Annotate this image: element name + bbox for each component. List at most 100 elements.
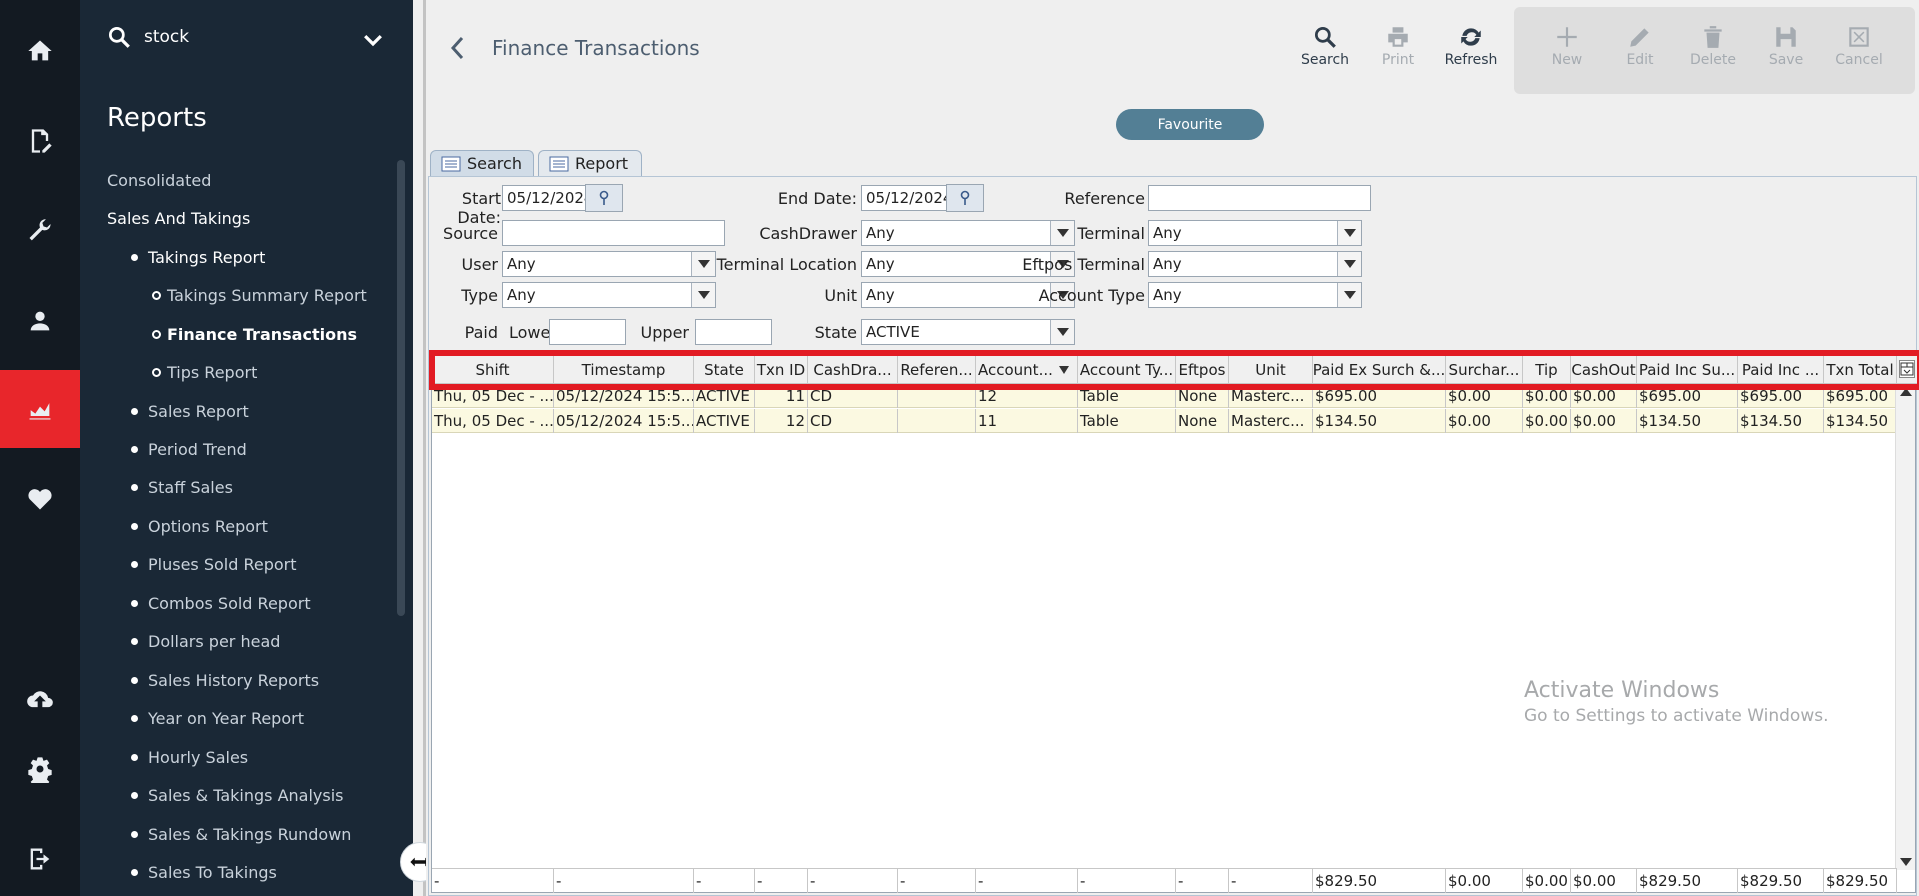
table-row[interactable]: Thu, 05 Dec - ... 05/12/2024 15:5... ACT… — [432, 409, 1897, 433]
toolbar-edit-label: Edit — [1626, 52, 1654, 68]
toolbar-delete-button[interactable]: Delete — [1678, 22, 1748, 78]
nav-item-label: Finance Transactions — [167, 324, 357, 344]
terminal-select[interactable]: Any — [1148, 220, 1362, 246]
tab-report[interactable]: Report — [538, 150, 642, 176]
nav-item-pluses-sold-report[interactable]: Pluses Sold Report — [131, 547, 463, 581]
cell-reference — [898, 384, 976, 408]
column-header-eftpos[interactable]: Eftpos — [1176, 356, 1229, 384]
trash-icon — [1704, 26, 1722, 48]
user-icon — [30, 311, 50, 331]
nav-item-staff-sales[interactable]: Staff Sales — [131, 470, 463, 504]
nav-item-takings-summary-report[interactable]: Takings Summary Report — [152, 278, 463, 312]
source-input[interactable] — [502, 220, 725, 246]
column-header-surcharge[interactable]: Surchar... — [1446, 356, 1523, 384]
account-type-select[interactable]: Any — [1148, 282, 1362, 308]
bullet-icon — [131, 753, 138, 761]
nav-item-dollars-per-head[interactable]: Dollars per head — [131, 624, 463, 658]
column-header-account[interactable]: Account... — [976, 356, 1078, 384]
toolbar-print-button[interactable]: Print — [1363, 22, 1433, 78]
nav-search-input[interactable]: stock — [144, 27, 189, 47]
nav-item-year-on-year-report[interactable]: Year on Year Report — [131, 701, 463, 735]
rail-home-button[interactable] — [0, 12, 80, 90]
cell-paid-ex-surch: $695.00 — [1313, 384, 1446, 408]
rail-documents-button[interactable] — [0, 102, 80, 180]
nav-item-consolidated[interactable]: Consolidated — [107, 163, 463, 197]
paid-lower-input[interactable] — [549, 319, 626, 345]
column-header-paid-ex-surch[interactable]: Paid Ex Surch &... — [1313, 356, 1446, 384]
column-chooser-button[interactable] — [1899, 360, 1915, 378]
column-header-unit[interactable]: Unit — [1229, 356, 1313, 384]
heart-icon — [28, 489, 52, 510]
start-date-picker-button[interactable] — [585, 184, 623, 212]
chevron-down-icon[interactable] — [360, 27, 386, 53]
nav-item-combos-sold-report[interactable]: Combos Sold Report — [131, 586, 463, 620]
table-row[interactable]: Thu, 05 Dec - ... 05/12/2024 15:5... ACT… — [432, 384, 1897, 408]
nav-item-sales-takings-analysis[interactable]: Sales & Takings Analysis — [131, 778, 463, 812]
reference-input[interactable] — [1148, 185, 1371, 211]
column-header-txn-id[interactable]: Txn ID — [755, 356, 808, 384]
nav-item-sales-history-reports[interactable]: Sales History Reports — [131, 663, 463, 697]
ring-bullet-icon — [152, 290, 161, 300]
toolbar-new-button[interactable]: New — [1532, 22, 1602, 78]
column-header-tip[interactable]: Tip — [1523, 356, 1571, 384]
nav-item-label: Sales & Takings Analysis — [148, 785, 344, 805]
state-select[interactable]: ACTIVE — [861, 319, 1075, 345]
nav-item-sales-and-takings[interactable]: Sales And Takings — [107, 201, 463, 235]
reports-chart-icon — [29, 403, 51, 420]
cell-paid-inc-surch: $695.00 — [1637, 384, 1738, 408]
toolbar-edit-button[interactable]: Edit — [1605, 22, 1675, 78]
back-arrow-icon[interactable] — [448, 34, 468, 62]
reference-label: Reference — [1064, 189, 1145, 208]
nav-search[interactable]: stock — [106, 18, 386, 56]
total-paid-inc: $829.50 — [1738, 869, 1824, 893]
nav-item-label: Sales History Reports — [148, 670, 320, 690]
tab-search[interactable]: Search — [430, 150, 534, 176]
column-header-paid-inc[interactable]: Paid Inc ... — [1738, 356, 1824, 384]
rail-user-button[interactable] — [0, 282, 80, 360]
end-date-picker-button[interactable] — [946, 184, 984, 212]
nav-item-sales-report[interactable]: Sales Report — [131, 394, 463, 428]
column-header-reference[interactable]: Referen... — [898, 356, 976, 384]
scroll-down-icon[interactable] — [1900, 858, 1912, 866]
total-account-type: - — [1078, 869, 1176, 893]
column-header-txn-total[interactable]: Txn Total — [1824, 356, 1897, 384]
bullet-icon — [131, 253, 138, 261]
user-select[interactable]: Any — [502, 251, 716, 277]
cell-cashout: $0.00 — [1571, 409, 1637, 433]
column-header-state[interactable]: State — [694, 356, 755, 384]
nav-item-options-report[interactable]: Options Report — [131, 509, 463, 543]
grid-header: Shift Timestamp State Txn ID CashDra... … — [432, 356, 1917, 384]
column-header-cashout[interactable]: CashOut — [1571, 356, 1637, 384]
column-header-account-type[interactable]: Account Ty... — [1078, 356, 1176, 384]
nav-item-takings-report[interactable]: Takings Report — [131, 240, 463, 274]
rail-settings-button[interactable] — [0, 730, 80, 808]
grid-vertical-scrollbar[interactable] — [1895, 384, 1915, 870]
nav-item-finance-transactions[interactable]: Finance Transactions — [152, 317, 463, 351]
rail-logout-button[interactable] — [0, 820, 80, 896]
toolbar-cancel-label: Cancel — [1835, 52, 1883, 68]
column-header-cashdrawer[interactable]: CashDra... — [808, 356, 898, 384]
column-header-timestamp[interactable]: Timestamp — [554, 356, 694, 384]
type-select[interactable]: Any — [502, 282, 716, 308]
nav-scrollbar[interactable] — [397, 160, 405, 616]
rail-cloud-button[interactable] — [0, 660, 80, 738]
eftpos-terminal-select[interactable]: Any — [1148, 251, 1362, 277]
nav-item-hourly-sales[interactable]: Hourly Sales — [131, 740, 463, 774]
toolbar-search-button[interactable]: Search — [1290, 22, 1360, 78]
cell-eftpos: None — [1176, 384, 1229, 408]
gear-icon — [28, 757, 52, 783]
column-header-paid-inc-surch[interactable]: Paid Inc Su... — [1637, 356, 1738, 384]
scroll-up-icon[interactable] — [1900, 388, 1912, 396]
favourite-button[interactable]: Favourite — [1116, 109, 1264, 140]
toolbar-refresh-button[interactable]: Refresh — [1436, 22, 1506, 78]
column-header-shift[interactable]: Shift — [432, 356, 554, 384]
toolbar-cancel-button[interactable]: Cancel — [1824, 22, 1894, 78]
nav-item-period-trend[interactable]: Period Trend — [131, 432, 463, 466]
rail-favourites-button[interactable] — [0, 460, 80, 538]
wrench-icon — [29, 219, 51, 241]
nav-item-tips-report[interactable]: Tips Report — [152, 355, 463, 389]
rail-reports-button[interactable] — [0, 370, 80, 448]
rail-tools-button[interactable] — [0, 192, 80, 270]
toolbar-save-button[interactable]: Save — [1751, 22, 1821, 78]
toolbar-print-label: Print — [1381, 52, 1415, 68]
